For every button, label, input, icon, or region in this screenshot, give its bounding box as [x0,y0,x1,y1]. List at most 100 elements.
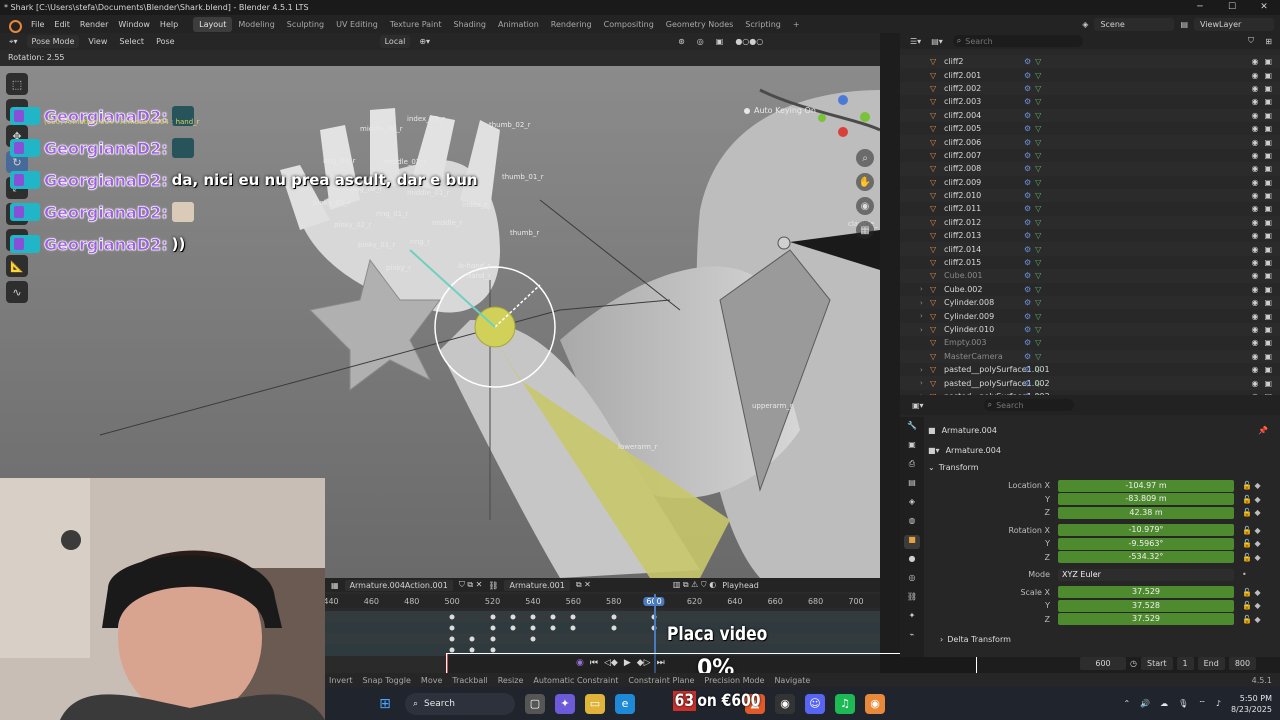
outliner-item-name[interactable]: cliff2.015 [944,258,1024,267]
eye-icon[interactable]: ◉ [1251,84,1258,93]
properties-search-field[interactable]: ⌕ [983,399,1074,411]
nav-gizmo-x[interactable] [838,127,848,137]
camera-render-icon[interactable]: ▣ [1264,258,1272,267]
keying-icon[interactable]: ◉ [576,658,584,668]
outliner-row[interactable]: ▽ MasterCamera ⚙ ▽ ◉ ▣ [900,349,1280,363]
pin-icon[interactable]: 📌 [1258,426,1268,435]
outliner-item-name[interactable]: cliff2.013 [944,231,1024,240]
menu-render[interactable]: Render [75,20,113,29]
overlay-toggle-icon[interactable]: ◎ [694,35,707,48]
keyframe[interactable] [550,614,556,620]
eye-icon[interactable]: ◉ [1251,338,1258,347]
camera-render-icon[interactable]: ▣ [1264,164,1272,173]
wifi-icon[interactable]: ⌔ [1198,699,1206,709]
eye-icon[interactable]: ◉ [1251,325,1258,334]
windows-start-icon[interactable]: ⊞ [375,694,395,714]
keyframe[interactable] [490,636,496,642]
outliner-item-name[interactable]: cliff2.001 [944,71,1024,80]
camera-render-icon[interactable]: ▣ [1264,57,1272,66]
delta-transform-section[interactable]: › Delta Transform [928,632,1278,648]
outliner-row[interactable]: ▽ cliff2.011 ⚙ ▽ ◉ ▣ [900,202,1280,215]
menu-file[interactable]: File [26,20,49,29]
camera-render-icon[interactable]: ▣ [1264,365,1272,374]
eye-icon[interactable]: ◉ [1251,365,1258,374]
maximize-button[interactable]: ☐ [1216,0,1248,15]
workspace-tab-geometry-nodes[interactable]: Geometry Nodes [660,17,739,32]
lock-keyframe-icons[interactable]: 🔓 ◆ [1242,495,1261,504]
mic-icon[interactable]: 🎙 [1178,699,1188,708]
lock-keyframe-icons[interactable]: 🔓 ◆ [1242,601,1261,610]
frame-number[interactable]: 700 [848,597,863,606]
keyframe[interactable] [490,614,496,620]
expand-arrow-icon[interactable]: › [920,366,930,374]
eye-icon[interactable]: ◉ [1251,298,1258,307]
workspace-tab-sculpting[interactable]: Sculpting [281,17,330,32]
outliner-row[interactable]: ▽ Cube.001 ⚙ ▽ ◉ ▣ [900,269,1280,283]
filter-icon[interactable]: ⛉ [1248,36,1254,46]
pan-hand-icon[interactable]: ✋ [856,173,874,191]
eye-icon[interactable]: ◉ [1251,191,1258,200]
camera-render-icon[interactable]: ▣ [1264,338,1272,347]
eye-icon[interactable]: ◉ [1251,178,1258,187]
scene-tab-icon[interactable]: ◈ [904,497,920,511]
eye-icon[interactable]: ◉ [1251,164,1258,173]
expand-arrow-icon[interactable]: › [920,326,930,334]
expand-arrow-icon[interactable]: › [920,379,930,387]
expand-arrow-icon[interactable]: › [920,312,930,320]
nav-gizmo-y[interactable] [818,114,826,122]
rotation-z-field[interactable]: -534.32° [1058,551,1234,563]
tray-chevron-icon[interactable]: ⌃ [1124,699,1131,708]
keyframe[interactable] [469,647,475,653]
output-tab-icon[interactable]: ⎙ [904,459,920,473]
keyframe[interactable] [449,636,455,642]
keyframe[interactable] [449,647,455,653]
eye-icon[interactable]: ◉ [1251,245,1258,254]
properties-panel[interactable]: ▣▾ ⌕ 🔧 ▣ ⎙ ▤ ◈ ◍ ■ ● ◎ ⛓ ✦ ⌁ ■ Armature.… [900,395,1280,657]
camera-render-icon[interactable]: ▣ [1264,312,1272,321]
camera-render-icon[interactable]: ▣ [1264,379,1272,388]
frame-number[interactable]: 680 [808,597,823,606]
workspace-tab-shading[interactable]: Shading [447,17,492,32]
eye-icon[interactable]: ◉ [1251,71,1258,80]
outliner-row[interactable]: ▽ cliff2.002 ⚙ ▽ ◉ ▣ [900,81,1280,96]
keyframe[interactable] [449,614,455,620]
frame-number[interactable]: 560 [566,597,581,606]
outliner-item-name[interactable]: cliff2.005 [944,124,1024,133]
new-collection-icon[interactable]: ⊞ [1265,37,1272,46]
lock-keyframe-icons[interactable]: 🔓 ◆ [1242,615,1261,624]
keyframe[interactable] [570,614,576,620]
location-x-field[interactable]: -104.97 m [1058,479,1234,492]
camera-render-icon[interactable]: ▣ [1264,298,1272,307]
spotify-icon[interactable]: ♫ [835,693,855,714]
view-layer-selector[interactable]: ViewLayer [1194,17,1274,31]
frame-number[interactable]: 640 [727,597,742,606]
frame-number[interactable]: 580 [606,597,621,606]
workspace-tab-compositing[interactable]: Compositing [598,17,660,32]
zoom-icon[interactable]: ⌕ [856,149,874,167]
camera-render-icon[interactable]: ▣ [1264,124,1272,133]
discord-icon[interactable]: ☺ [805,693,825,714]
properties-editor-icon[interactable]: ▣▾ [912,401,924,410]
eye-icon[interactable]: ◉ [1251,124,1258,133]
slot-buttons-icon[interactable]: ⧉ ✕ [576,580,591,590]
outliner-row[interactable]: ▽ cliff2.012 ⚙ ▽ ◉ ▣ [900,215,1280,230]
rotation-x-field[interactable]: -10.979° [1058,524,1234,536]
eye-icon[interactable]: ◉ [1251,138,1258,147]
outliner-item-name[interactable]: pasted__polySurface1.002 [944,379,1050,388]
camera-render-icon[interactable]: ▣ [1264,97,1272,106]
mode-selector[interactable]: Pose Mode [26,35,80,48]
lock-keyframe-icons[interactable]: 🔓 ◆ [1242,588,1261,597]
filter-icons[interactable]: ▥ ⧉ ⚠ ⛉ ◐ [673,580,716,590]
location-z-field[interactable]: 42.38 m [1058,506,1234,519]
taskbar-clock[interactable]: 5:50 PM 8/23/2025 [1231,693,1272,715]
eye-icon[interactable]: ◉ [1251,151,1258,160]
eye-icon[interactable]: ◉ [1251,231,1258,240]
outliner-row[interactable]: › ▽ pasted__polySurface1.002 ⚙ ▽ ◉ ▣ [900,376,1280,390]
data-name-field[interactable]: Armature.004 [946,446,1001,455]
volume-icon[interactable]: ♪ [1216,699,1221,708]
display-mode-icon[interactable]: ▤▾ [931,37,943,46]
outliner-item-name[interactable]: cliff2.010 [944,191,1024,200]
keyframe[interactable] [611,625,617,631]
outliner-row[interactable]: › ▽ Cylinder.009 ⚙ ▽ ◉ ▣ [900,309,1280,322]
outliner-item-name[interactable]: cliff2.011 [944,204,1024,213]
